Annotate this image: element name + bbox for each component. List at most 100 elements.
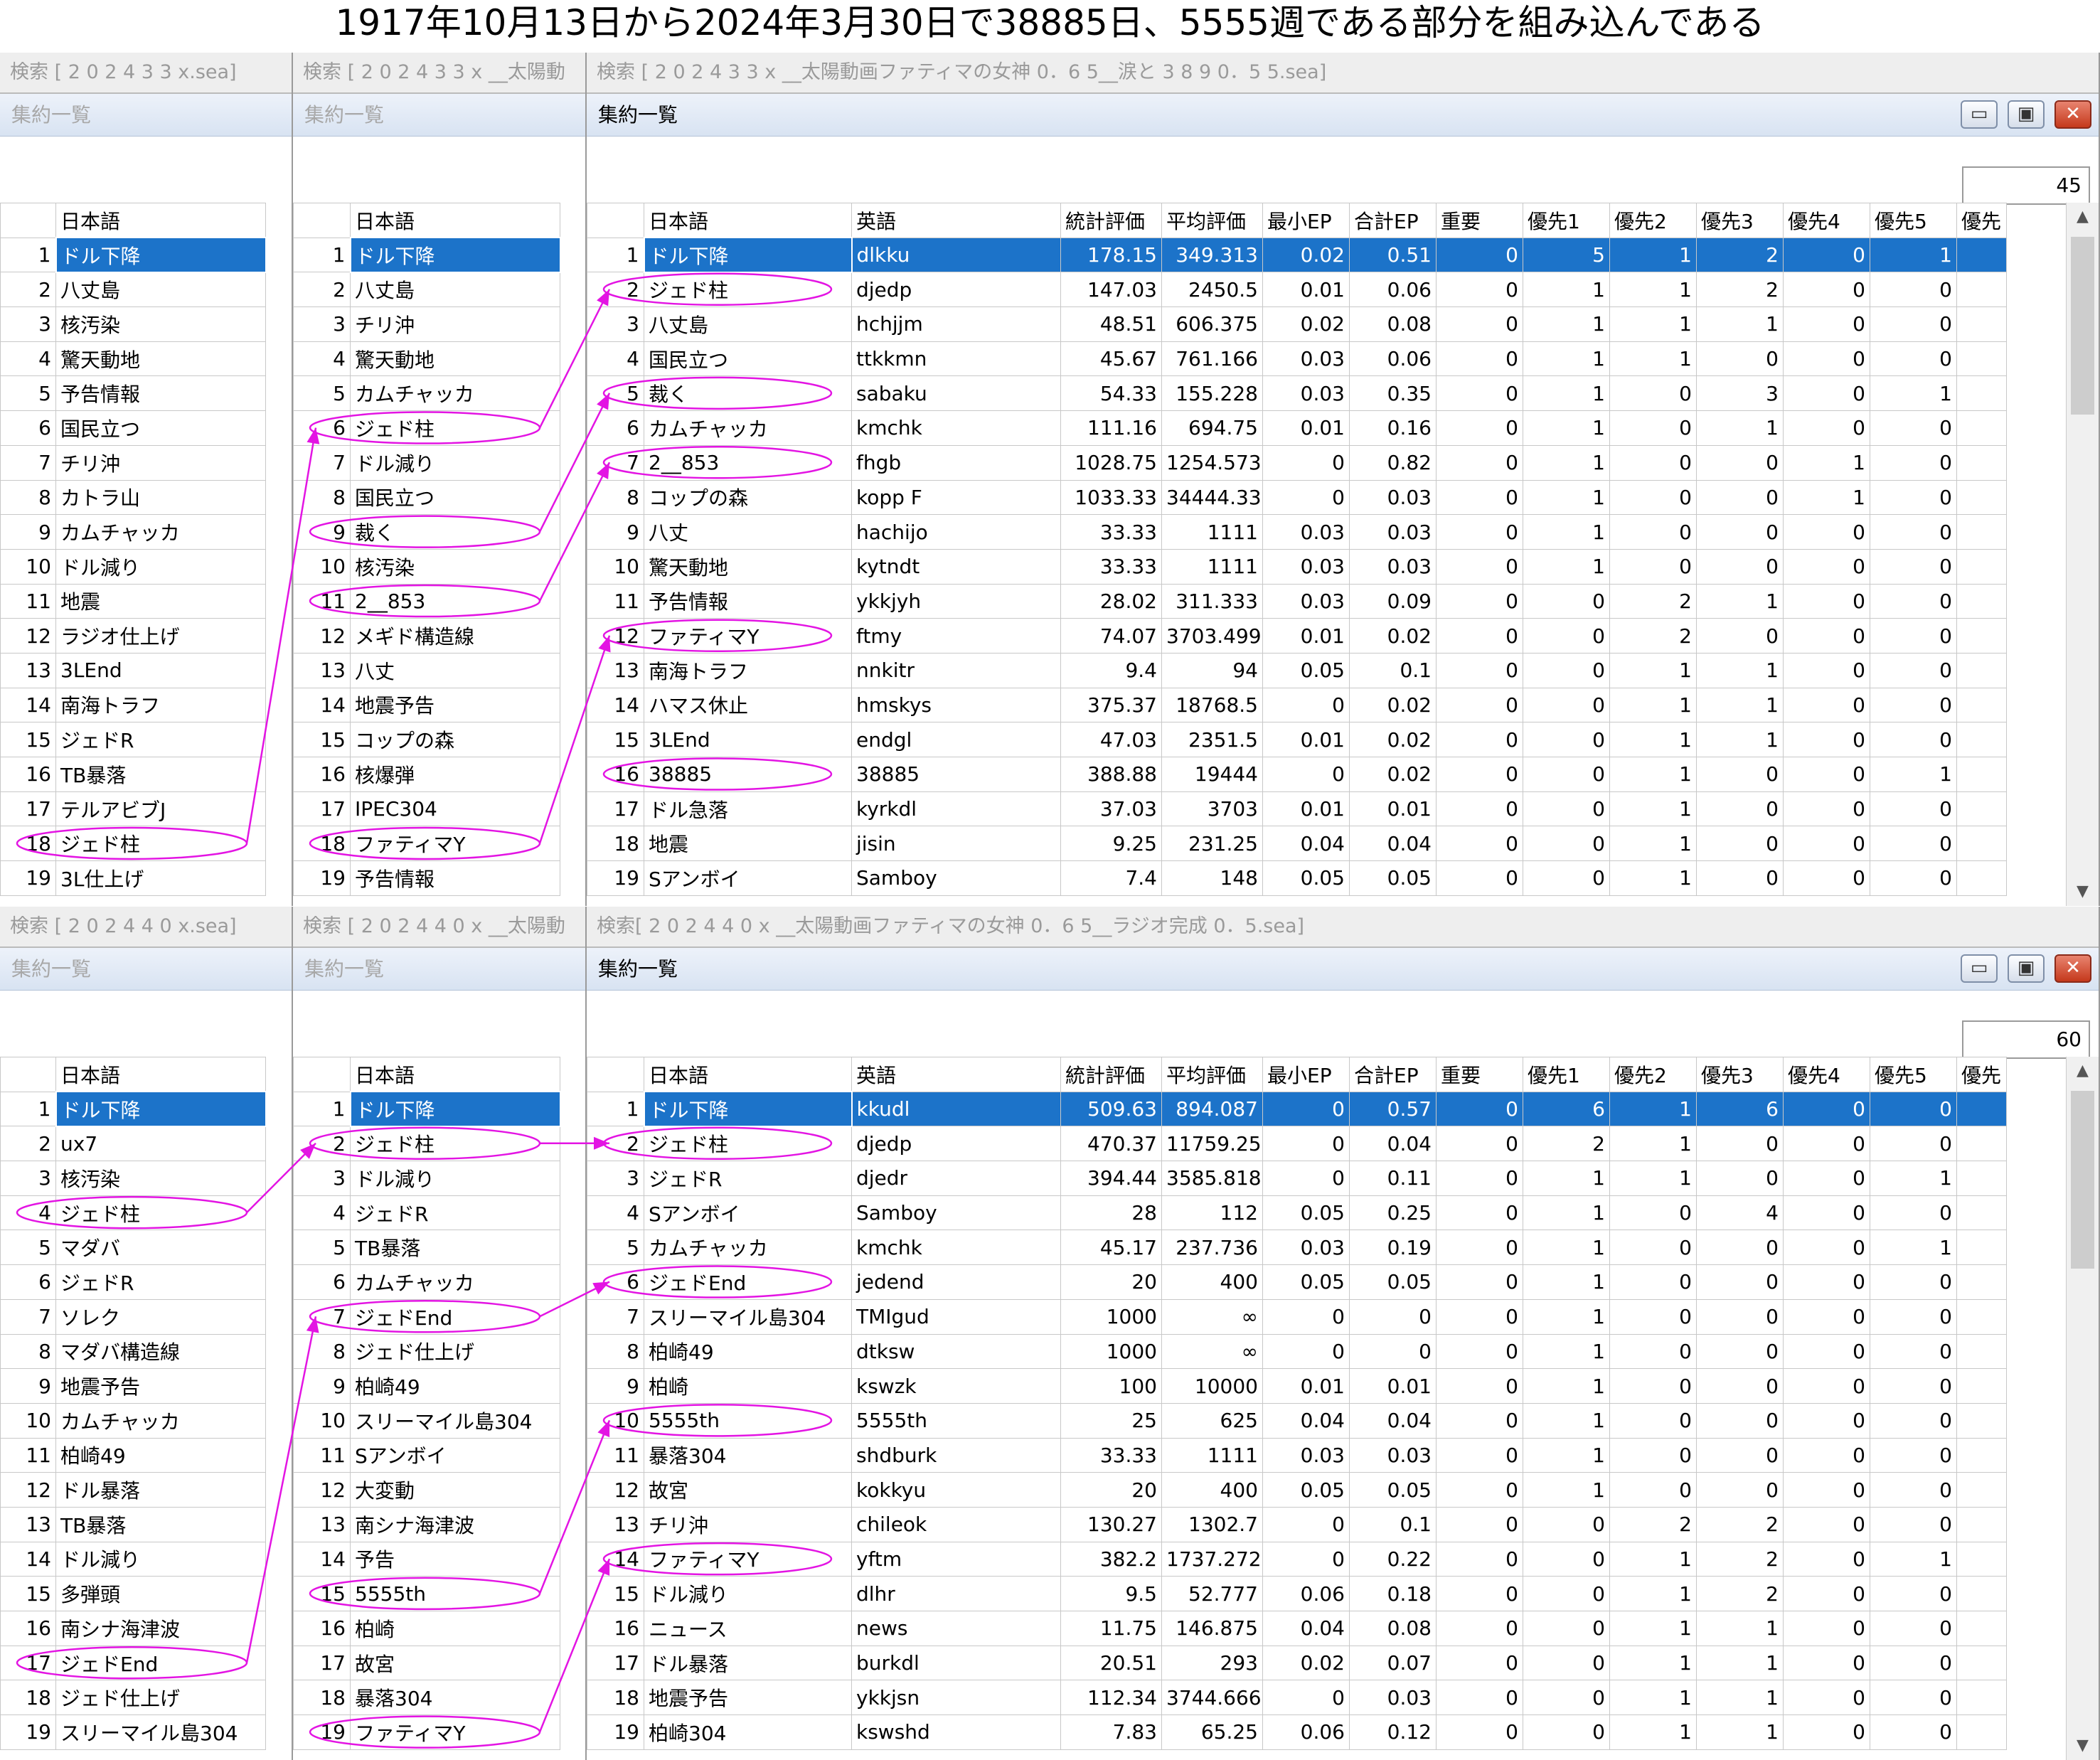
search-window-2[interactable]: 検索 [ 2 0 2 4 4 0 x __太陽動 集約一覧 日本語 1 ドル下降 2 ジェド… bbox=[293, 907, 587, 1760]
grid-row[interactable]: 5 裁く sabaku 54.33 155.228 0.03 0.35 0 1 0 3 0 1 bbox=[587, 375, 2007, 412]
grid-row[interactable]: 19 スリーマイル島304 bbox=[0, 1714, 266, 1750]
grid-row[interactable]: 11 予告情報 ykkjyh 28.02 311.333 0.03 0.09 0 0 2 1 0 0 bbox=[587, 583, 2007, 619]
grid-row[interactable]: 7 スリーマイル島304 TMIgud 1000 ∞ 0 0 0 1 0 0 0 0 bbox=[587, 1298, 2007, 1335]
grid-row[interactable]: 3 八丈島 hchjjm 48.51 606.375 0.02 0.08 0 1 1 1 0 0 bbox=[587, 306, 2007, 342]
search-window-1[interactable]: 検索 [ 2 0 2 4 4 0 x.sea] 集約一覧 日本語 1 ドル下降 2 ux7 3… bbox=[0, 907, 293, 1760]
column-header[interactable]: 英語 bbox=[851, 203, 1061, 238]
column-header[interactable]: 重要 bbox=[1436, 1057, 1523, 1092]
grid-row[interactable]: 11 地震 bbox=[0, 583, 266, 619]
column-header[interactable]: 優先3 bbox=[1696, 1057, 1784, 1092]
grid-row[interactable]: 16 38885 38885 388.88 19444 0 0.02 0 0 1 0 0 1 bbox=[587, 757, 2007, 792]
grid-row[interactable]: 8 カトラ山 bbox=[0, 479, 266, 516]
grid-row[interactable]: 9 八丈 hachijo 33.33 1111 0.03 0.03 0 1 0 0 0 0 bbox=[587, 514, 2007, 550]
search-window-2[interactable]: 検索 [ 2 0 2 4 3 3 x __太陽動 集約一覧 日本語 1 ドル下降 2 八丈島… bbox=[293, 53, 587, 906]
grid-row[interactable]: 11 2__853 bbox=[293, 583, 560, 619]
grid-row[interactable]: 8 マダバ構造線 bbox=[0, 1333, 266, 1370]
grid-row[interactable]: 12 ファティマY ftmy 74.07 3703.499 0.01 0.02 0 0 2 0 0 0 bbox=[587, 618, 2007, 654]
column-header[interactable]: 平均評価 bbox=[1161, 203, 1263, 238]
summary-grid[interactable]: 日本語 1 ドル下降 2 ux7 3 核汚染 4 ジェド柱 5 マダバ 6 ジェドR 7 ソレク 8 マダバ構造… bbox=[0, 1057, 267, 1750]
column-header[interactable]: 日本語 bbox=[55, 203, 266, 238]
grid-row[interactable]: 13 チリ沖 chileok 130.27 1302.7 0 0.1 0 0 2 2 0 0 bbox=[587, 1506, 2007, 1542]
grid-row[interactable]: 15 多弾頭 bbox=[0, 1576, 266, 1611]
grid-row[interactable]: 16 TB暴落 bbox=[0, 757, 266, 792]
grid-row[interactable]: 13 南海トラフ nnkitr 9.4 94 0.05 0.1 0 0 1 1 0 0 bbox=[587, 652, 2007, 688]
grid-row[interactable]: 17 ジェドEnd bbox=[0, 1645, 266, 1681]
grid-row[interactable]: 7 ジェドEnd bbox=[293, 1298, 560, 1335]
grid-row[interactable]: 6 国民立つ bbox=[0, 410, 266, 446]
grid-row[interactable]: 5 予告情報 bbox=[0, 375, 266, 412]
grid-row[interactable]: 4 国民立つ ttkkmn 45.67 761.166 0.03 0.06 0 1 1 0 0 0 bbox=[587, 341, 2007, 377]
grid-row[interactable]: 2 ジェド柱 djedp 147.03 2450.5 0.01 0.06 0 1 1 2 0 0 bbox=[587, 272, 2007, 308]
grid-row[interactable]: 16 南シナ海津波 bbox=[0, 1611, 266, 1646]
grid-row[interactable]: 14 予告 bbox=[293, 1541, 560, 1577]
grid-row[interactable]: 12 大変動 bbox=[293, 1472, 560, 1508]
grid-row[interactable]: 19 Sアンボイ Samboy 7.4 148 0.05 0.05 0 0 1 0 0 0 bbox=[587, 860, 2007, 896]
grid-row[interactable]: 18 ジェド柱 bbox=[0, 826, 266, 862]
vertical-scrollbar[interactable]: ▲ ▼ bbox=[2066, 1057, 2099, 1760]
grid-row[interactable]: 19 ファティマY bbox=[293, 1714, 560, 1750]
grid-row[interactable]: 14 ファティマY yftm 382.2 1737.272 0 0.22 0 0 1 2 0 1 bbox=[587, 1541, 2007, 1577]
summary-grid[interactable]: 日本語 英語 統計評価 平均評価 最小EP 合計EP 重要 優先1 優先2 優先3 優先4 優先5 優先… bbox=[587, 1057, 2007, 1750]
grid-row[interactable]: 8 国民立つ bbox=[293, 479, 560, 516]
grid-row[interactable]: 1 ドル下降 bbox=[293, 237, 561, 273]
scroll-up-icon[interactable]: ▲ bbox=[2067, 1057, 2099, 1085]
grid-row[interactable]: 1 ドル下降 bbox=[0, 237, 267, 273]
grid-row[interactable]: 9 柏崎 kswzk 100 10000 0.01 0.01 0 1 0 0 0 0 bbox=[587, 1368, 2007, 1404]
grid-row[interactable]: 6 ジェドR bbox=[0, 1264, 266, 1300]
grid-row[interactable]: 2 八丈島 bbox=[293, 272, 560, 308]
close-icon[interactable]: ✕ bbox=[2054, 954, 2091, 983]
grid-row[interactable]: 8 ジェド仕上げ bbox=[293, 1333, 560, 1370]
grid-row[interactable]: 8コップの森kopp F1033.3334444.33300.03010010 bbox=[587, 479, 2007, 516]
column-header[interactable]: 日本語 bbox=[55, 1057, 266, 1092]
vertical-scrollbar[interactable]: ▲ ▼ bbox=[2066, 203, 2099, 906]
grid-row[interactable]: 10 驚天動地 kytndt 33.33 1111 0.03 0.03 0 1 0 0 0 0 bbox=[587, 548, 2007, 585]
grid-row[interactable]: 10 スリーマイル島304 bbox=[293, 1402, 560, 1439]
grid-row[interactable]: 6 ジェド柱 bbox=[293, 410, 560, 446]
grid-row[interactable]: 11 Sアンボイ bbox=[293, 1437, 560, 1473]
column-header[interactable]: 優先1 bbox=[1523, 1057, 1610, 1092]
grid-row[interactable]: 6 カムチャッカ kmchk 111.16 694.75 0.01 0.16 0 1 0 1 0 0 bbox=[587, 410, 2007, 446]
grid-row[interactable]: 5 カムチャッカ bbox=[293, 375, 560, 412]
grid-row[interactable]: 19 柏崎304 kswshd 7.83 65.25 0.06 0.12 0 0 1 1 0 0 bbox=[587, 1714, 2007, 1750]
summary-grid[interactable]: 日本語 英語 統計評価 平均評価 最小EP 合計EP 重要 優先1 優先2 優先3 優先4 優先5 優先… bbox=[587, 203, 2007, 896]
column-header[interactable]: 優先1 bbox=[1523, 203, 1610, 238]
grid-row[interactable]: 6 ジェドEnd jedend 20 400 0.05 0.05 0 1 0 0 0 0 bbox=[587, 1264, 2007, 1300]
column-header[interactable]: 優先 bbox=[1956, 1057, 2007, 1092]
grid-row[interactable]: 4 ジェド柱 bbox=[0, 1195, 266, 1231]
grid-row[interactable]: 18 暴落304 bbox=[293, 1680, 560, 1716]
column-header[interactable]: 優先 bbox=[1956, 203, 2007, 238]
grid-row[interactable]: 3 ジェドR djedr 394.44 3585.818 0 0.11 0 1 1 0 0 1 bbox=[587, 1161, 2007, 1196]
grid-row[interactable]: 4 驚天動地 bbox=[0, 341, 266, 377]
summary-grid[interactable]: 日本語 1 ドル下降 2 八丈島 3 チリ沖 4 驚天動地 5 カムチャッカ 6 ジェド柱 7 ドル減り 8 国… bbox=[293, 203, 561, 896]
column-header[interactable]: 優先3 bbox=[1696, 203, 1784, 238]
maximize-icon[interactable]: ▣ bbox=[2008, 954, 2045, 983]
grid-row[interactable]: 6 カムチャッカ bbox=[293, 1264, 560, 1300]
grid-row[interactable]: 14 南海トラフ bbox=[0, 687, 266, 723]
grid-row[interactable]: 4 驚天動地 bbox=[293, 341, 560, 377]
scroll-thumb[interactable] bbox=[2071, 1091, 2094, 1269]
scroll-down-icon[interactable]: ▼ bbox=[2067, 878, 2099, 906]
grid-row[interactable]: 15 3LEnd endgl 47.03 2351.5 0.01 0.02 0 0 1 1 0 0 bbox=[587, 722, 2007, 757]
grid-row[interactable]: 3 チリ沖 bbox=[293, 306, 560, 342]
summary-grid[interactable]: 日本語 1 ドル下降 2 ジェド柱 3 ドル減り 4 ジェドR 5 TB暴落 6 カムチャッカ 7 ジェドE… bbox=[293, 1057, 561, 1750]
grid-row[interactable]: 18 ファティマY bbox=[293, 826, 560, 862]
grid-row[interactable]: 13 TB暴落 bbox=[0, 1506, 266, 1542]
grid-row[interactable]: 2 ux7 bbox=[0, 1126, 266, 1162]
column-header[interactable]: 英語 bbox=[851, 1057, 1061, 1092]
column-header[interactable]: 優先4 bbox=[1783, 1057, 1870, 1092]
column-header[interactable]: 日本語 bbox=[350, 1057, 560, 1092]
grid-row[interactable]: 5 カムチャッカ kmchk 45.17 237.736 0.03 0.19 0 1 0 0 0 1 bbox=[587, 1230, 2007, 1266]
grid-row[interactable]: 18 地震予告 ykkjsn 112.34 3744.666 0 0.03 0 0 1 1 0 0 bbox=[587, 1680, 2007, 1716]
grid-row[interactable]: 18 地震 jisin 9.25 231.25 0.04 0.04 0 0 1 0 0 0 bbox=[587, 826, 2007, 862]
grid-row[interactable]: 16 ニュース news 11.75 146.875 0.04 0.08 0 0 1 1 0 0 bbox=[587, 1611, 2007, 1646]
grid-row[interactable]: 12 故宮 kokkyu 20 400 0.05 0.05 0 1 0 0 0 0 bbox=[587, 1472, 2007, 1508]
column-header[interactable]: 日本語 bbox=[350, 203, 560, 238]
grid-row[interactable]: 7 ソレク bbox=[0, 1298, 266, 1335]
grid-row[interactable]: 7 ドル減り bbox=[293, 444, 560, 481]
count-field[interactable]: 45 bbox=[1962, 166, 2090, 205]
close-icon[interactable]: ✕ bbox=[2054, 100, 2091, 129]
grid-row[interactable]: 14 地震予告 bbox=[293, 687, 560, 723]
grid-row[interactable]: 17 ドル急落 kyrkdl 37.03 3703 0.01 0.01 0 0 1 0 0 0 bbox=[587, 791, 2007, 827]
column-header[interactable]: 合計EP bbox=[1349, 203, 1437, 238]
grid-row[interactable]: 11 暴落304 shdburk 33.33 1111 0.03 0.03 0 1 0 0 0 0 bbox=[587, 1437, 2007, 1473]
